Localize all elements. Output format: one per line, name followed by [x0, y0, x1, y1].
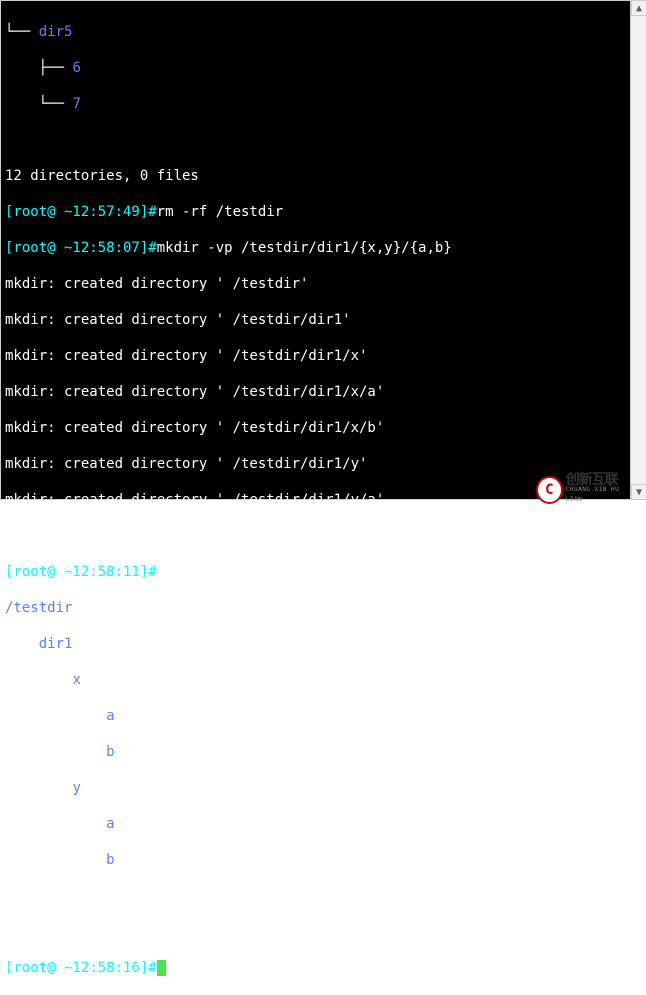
tree-output-line: ├── a: [5, 815, 631, 833]
command-text: tree /testdir: [157, 564, 267, 580]
blank-line: [5, 131, 631, 149]
tree-output-line: │ ├── a: [5, 707, 631, 725]
shell-prompt: [root@ ~12:57:49]#: [5, 204, 157, 220]
directory-name: b: [106, 852, 114, 868]
mkdir-output: mkdir: created directory ' /testdir': [5, 275, 631, 293]
tree-output-line: ├── 6: [5, 59, 631, 77]
shell-prompt: [root@ ~12:58:11]#: [5, 564, 157, 580]
mkdir-output: mkdir: created directory ' /testdir/dir1…: [5, 455, 631, 473]
command-text: mkdir -vp /testdir/dir1/{x,y}/{a,b}: [157, 240, 452, 256]
vertical-scrollbar[interactable]: ▲ ▼: [630, 0, 646, 500]
tree-summary: 7 directories, 0 files: [5, 923, 631, 941]
command-line: [root@ ~12:57:49]#rm -rf /testdir: [5, 203, 631, 221]
command-text: rm -rf /testdir: [157, 204, 283, 220]
blank-line: [5, 887, 631, 905]
directory-name: 7: [72, 96, 80, 112]
logo-icon: C: [536, 476, 563, 504]
tree-output-line: └── dir1: [5, 635, 631, 653]
mkdir-output: mkdir: created directory ' /testdir/dir1…: [5, 383, 631, 401]
mkdir-output: mkdir: created directory ' /testdir/dir1…: [5, 419, 631, 437]
shell-prompt: [root@ ~12:58:16]#: [5, 960, 157, 976]
watermark-logo: C 创新互联 CHUANG XIN HU LIAN: [536, 475, 636, 505]
terminal-window[interactable]: └── dir5 ├── 6 └── 7 12 directories, 0 f…: [0, 0, 636, 500]
directory-name: y: [72, 780, 80, 796]
directory-name: b: [106, 744, 114, 760]
mkdir-output: mkdir: created directory ' /testdir/dir1…: [5, 347, 631, 365]
command-line: [root@ ~12:58:11]#tree /testdir: [5, 563, 631, 581]
tree-output-line: └── y: [5, 779, 631, 797]
logo-text: 创新互联 CHUANG XIN HU LIAN: [566, 475, 636, 505]
command-line: [root@ ~12:58:07]#mkdir -vp /testdir/dir…: [5, 239, 631, 257]
command-line: [root@ ~12:58:16]#: [5, 959, 631, 977]
terminal-cursor[interactable]: [157, 960, 166, 976]
tree-output-line: ├── x: [5, 671, 631, 689]
mkdir-output: mkdir: created directory ' /testdir/dir1…: [5, 527, 631, 545]
scroll-up-arrow[interactable]: ▲: [631, 0, 646, 16]
directory-name: a: [106, 816, 114, 832]
tree-output-line: └── 7: [5, 95, 631, 113]
directory-name: x: [72, 672, 80, 688]
tree-summary: 12 directories, 0 files: [5, 167, 631, 185]
tree-root: /testdir: [5, 599, 631, 617]
tree-output-line: └── b: [5, 851, 631, 869]
mkdir-output: mkdir: created directory ' /testdir/dir1…: [5, 311, 631, 329]
tree-output-line: └── dir5: [5, 23, 631, 41]
directory-name: a: [106, 708, 114, 724]
directory-name: dir5: [39, 24, 73, 40]
directory-name: dir1: [39, 636, 73, 652]
shell-prompt: [root@ ~12:58:07]#: [5, 240, 157, 256]
tree-output-line: │ └── b: [5, 743, 631, 761]
directory-name: 6: [72, 60, 80, 76]
